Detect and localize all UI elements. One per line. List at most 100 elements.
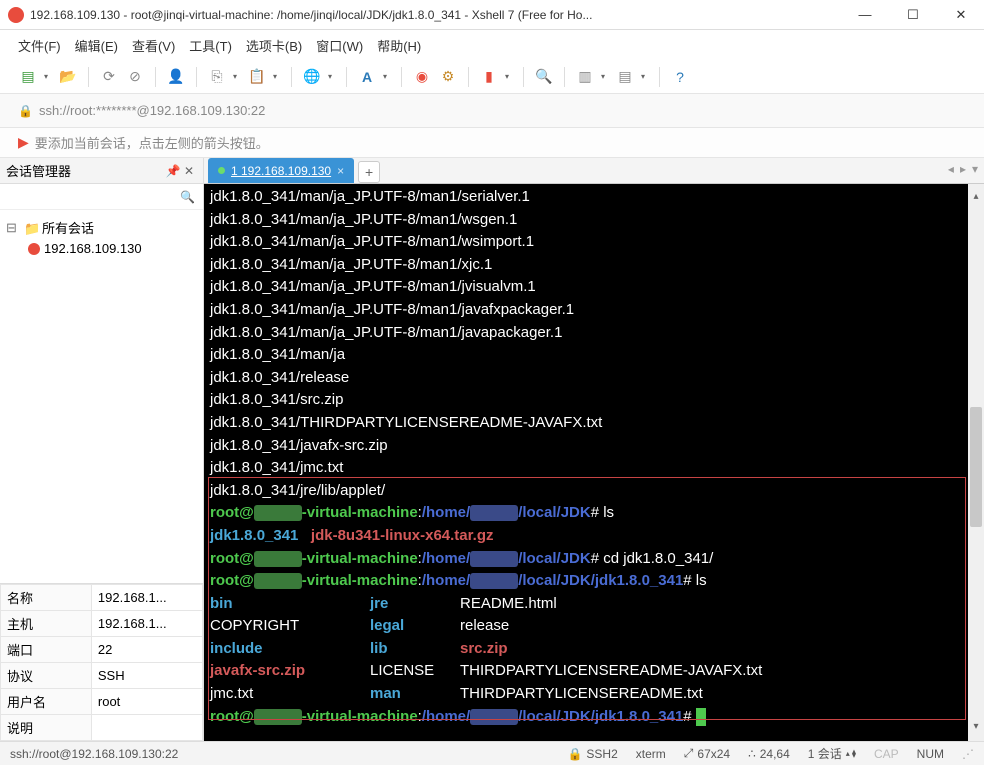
title-bar: 192.168.109.130 - root@jinqi-virtual-mac…: [0, 0, 984, 30]
tree-session-label: 192.168.109.130: [44, 241, 142, 256]
terminal-line: jdk1.8.0_341/man/ja_JP.UTF-8/man1/wsimpo…: [210, 231, 978, 254]
tab-active[interactable]: 1 192.168.109.130 ×: [208, 158, 354, 183]
status-term: xterm: [636, 747, 666, 761]
dropdown-icon[interactable]: ▾: [505, 72, 513, 81]
search-icon: 🔍: [180, 190, 195, 204]
menu-tabs[interactable]: 选项卡(B): [246, 36, 302, 55]
terminal-scrollbar[interactable]: ▴ ▾: [968, 184, 984, 741]
globe-icon[interactable]: 🌐: [302, 67, 322, 87]
minimize-button[interactable]: —: [850, 7, 880, 23]
new-session-icon[interactable]: ▤: [18, 67, 38, 87]
dropdown-icon[interactable]: ▾: [601, 72, 609, 81]
menu-window[interactable]: 窗口(W): [316, 36, 363, 55]
tab-prev-icon[interactable]: ◂: [948, 162, 954, 176]
terminal-cursor: [696, 708, 706, 726]
help-icon[interactable]: ?: [670, 67, 690, 87]
tab-next-icon[interactable]: ▸: [960, 162, 966, 176]
paste-icon[interactable]: 📋: [247, 67, 267, 87]
menu-view[interactable]: 查看(V): [132, 36, 175, 55]
dropdown-icon[interactable]: ▾: [44, 72, 52, 81]
close-button[interactable]: ✕: [946, 7, 976, 23]
prop-proto-value: SSH: [91, 663, 202, 689]
prop-host-label: 主机: [1, 611, 92, 637]
copy-icon[interactable]: ⎘: [207, 67, 227, 87]
disconnect-icon[interactable]: ⊘: [125, 67, 145, 87]
terminal-line: root@-virtual-machine:/home//local/JDK/j…: [210, 706, 978, 729]
menu-tools[interactable]: 工具(T): [189, 36, 232, 55]
tab-add-button[interactable]: +: [358, 161, 380, 183]
record-icon[interactable]: ◉: [412, 67, 432, 87]
terminal-line: jmc.txtmanTHIRDPARTYLICENSEREADME.txt: [210, 683, 978, 706]
hint-bar: ▶ 要添加当前会话，点击左侧的箭头按钮。: [0, 128, 984, 158]
terminal[interactable]: jdk1.8.0_341/man/ja_JP.UTF-8/man1/serial…: [204, 184, 984, 741]
status-sessions[interactable]: 1 会话 ▴ ⧫: [808, 745, 856, 762]
lock-icon: 🔒: [567, 747, 582, 761]
dropdown-icon[interactable]: ▾: [383, 72, 391, 81]
terminal-line: root@-virtual-machine:/home//local/JDK# …: [210, 548, 978, 571]
menu-edit[interactable]: 编辑(E): [75, 36, 118, 55]
terminal-line: jdk1.8.0_341/man/ja_JP.UTF-8/man1/jvisua…: [210, 276, 978, 299]
open-session-icon[interactable]: 📂: [58, 67, 78, 87]
connection-status-icon: [218, 167, 225, 174]
scroll-down-icon[interactable]: ▾: [968, 716, 984, 739]
lock-icon: 🔒: [18, 104, 33, 118]
arrow-icon[interactable]: ▶: [18, 134, 29, 151]
terminal-line: jdk1.8.0_341/src.zip: [210, 389, 978, 412]
session-manager-panel: 会话管理器 📌 ✕ 🔍 ⊟ 📁 所有会话 192.168.109.130 名称1…: [0, 158, 204, 741]
session-tree[interactable]: ⊟ 📁 所有会话 192.168.109.130: [0, 210, 203, 583]
terminal-line: jdk1.8.0_341/man/ja: [210, 344, 978, 367]
prop-name-value: 192.168.1...: [91, 585, 202, 611]
tree-root-label: 所有会话: [42, 218, 94, 237]
scroll-up-icon[interactable]: ▴: [968, 186, 984, 209]
scroll-thumb[interactable]: [970, 407, 982, 527]
terminal-line: jdk1.8.0_341/release: [210, 367, 978, 390]
status-ssh: 🔒SSH2: [567, 747, 617, 761]
properties-grid: 名称192.168.1... 主机192.168.1... 端口22 协议SSH…: [0, 583, 203, 741]
tab-bar: 1 192.168.109.130 × + ◂ ▸ ▾: [204, 158, 984, 184]
search-icon[interactable]: 🔍: [534, 67, 554, 87]
terminal-line: jdk1.8.0_341/man/ja_JP.UTF-8/man1/xjc.1: [210, 254, 978, 277]
menu-file[interactable]: 文件(F): [18, 36, 61, 55]
tree-root[interactable]: ⊟ 📁 所有会话: [6, 216, 203, 239]
profile-icon[interactable]: 👤: [166, 67, 186, 87]
status-bar: ssh://root@192.168.109.130:22 🔒SSH2 xter…: [0, 741, 984, 765]
terminal-line: root@-virtual-machine:/home//local/JDK# …: [210, 502, 978, 525]
reconnect-icon[interactable]: ⟳: [99, 67, 119, 87]
maximize-button[interactable]: ☐: [898, 7, 928, 23]
status-connection: ssh://root@192.168.109.130:22: [10, 747, 178, 761]
address-text[interactable]: ssh://root:********@192.168.109.130:22: [39, 103, 265, 118]
font-icon[interactable]: A: [357, 67, 377, 87]
resize-grip-icon[interactable]: ⋰: [962, 747, 974, 761]
prop-name-label: 名称: [1, 585, 92, 611]
terminal-line: jdk1.8.0_341/man/ja_JP.UTF-8/man1/wsgen.…: [210, 209, 978, 232]
terminal-line: jdk1.8.0_341/man/ja_JP.UTF-8/man1/javafx…: [210, 299, 978, 322]
highlight-icon[interactable]: ▮: [479, 67, 499, 87]
sidebar-search[interactable]: 🔍: [0, 184, 203, 210]
tree-session[interactable]: 192.168.109.130: [6, 239, 203, 258]
sidebar-title: 会话管理器: [6, 161, 165, 180]
tab-menu-icon[interactable]: ▾: [972, 162, 978, 176]
status-size: ⤢ 67x24: [684, 746, 730, 761]
collapse-icon[interactable]: ⊟: [6, 220, 20, 236]
prop-user-value: root: [91, 689, 202, 715]
dropdown-icon[interactable]: ▾: [641, 72, 649, 81]
tab-close-icon[interactable]: ×: [337, 164, 344, 178]
pin-icon[interactable]: 📌: [165, 164, 181, 178]
prop-port-value: 22: [91, 637, 202, 663]
hint-text: 要添加当前会话，点击左侧的箭头按钮。: [35, 133, 269, 152]
dropdown-icon[interactable]: ▾: [233, 72, 241, 81]
window-title: 192.168.109.130 - root@jinqi-virtual-mac…: [30, 8, 850, 22]
status-num: NUM: [917, 747, 944, 761]
terminal-line: includelibsrc.zip: [210, 638, 978, 661]
panel-close-icon[interactable]: ✕: [181, 164, 197, 178]
terminal-line: jdk1.8.0_341/man/ja_JP.UTF-8/man1/serial…: [210, 186, 978, 209]
layout-icon[interactable]: ▥: [575, 67, 595, 87]
terminal-line: jdk1.8.0_341/THIRDPARTYLICENSEREADME-JAV…: [210, 412, 978, 435]
settings-icon[interactable]: ⚙: [438, 67, 458, 87]
menu-help[interactable]: 帮助(H): [377, 36, 421, 55]
status-cap: CAP: [874, 747, 899, 761]
dropdown-icon[interactable]: ▾: [273, 72, 281, 81]
dropdown-icon[interactable]: ▾: [328, 72, 336, 81]
prop-desc-value: [91, 715, 202, 741]
script-icon[interactable]: ▤: [615, 67, 635, 87]
